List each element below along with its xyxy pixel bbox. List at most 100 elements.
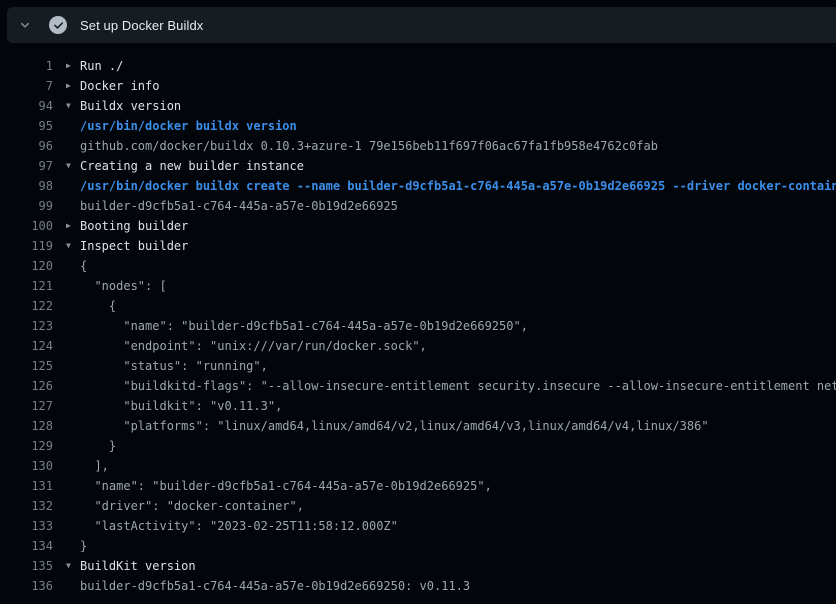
line-text: /usr/bin/docker buildx version — [80, 116, 836, 136]
line-text: "lastActivity": "2023-02-25T11:58:12.000… — [80, 516, 836, 536]
line-text: "driver": "docker-container", — [80, 496, 836, 516]
line-number[interactable]: 128 — [0, 416, 53, 436]
log-line-row: 134 } — [0, 536, 836, 556]
line-number[interactable]: 1 — [0, 56, 53, 76]
log-line-row: 129 } — [0, 436, 836, 456]
log-line-row: 127 "buildkit": "v0.11.3", — [0, 396, 836, 416]
line-number[interactable]: 135 — [0, 556, 53, 576]
log-group-row[interactable]: 97 ▼ Creating a new builder instance — [0, 156, 836, 176]
line-number[interactable]: 136 — [0, 576, 53, 596]
group-marker-icon — [66, 316, 80, 336]
group-marker-icon — [66, 336, 80, 356]
log-group-row[interactable]: 1 ▶ Run ./ — [0, 56, 836, 76]
line-number[interactable]: 121 — [0, 276, 53, 296]
group-marker-icon — [66, 536, 80, 556]
line-text: github.com/docker/buildx 0.10.3+azure-1 … — [80, 136, 836, 156]
check-circle-icon — [49, 16, 67, 34]
line-text: builder-d9cfb5a1-c764-445a-a57e-0b19d2e6… — [80, 196, 836, 216]
line-number[interactable]: 130 — [0, 456, 53, 476]
line-number[interactable]: 119 — [0, 236, 53, 256]
line-number[interactable]: 131 — [0, 476, 53, 496]
group-marker-icon — [66, 356, 80, 376]
log-group-row[interactable]: 119 ▼ Inspect builder — [0, 236, 836, 256]
group-marker-icon — [66, 436, 80, 456]
log-lines: 1 ▶ Run ./ 7 ▶ Docker info 94 ▼ Buildx v… — [0, 56, 836, 596]
group-marker-icon — [66, 136, 80, 156]
line-number[interactable]: 134 — [0, 536, 53, 556]
triangle-right-icon: ▶ — [66, 76, 80, 96]
group-marker-icon — [66, 296, 80, 316]
line-number[interactable]: 129 — [0, 436, 53, 456]
line-number[interactable]: 99 — [0, 196, 53, 216]
log-group-row[interactable]: 94 ▼ Buildx version — [0, 96, 836, 116]
line-number[interactable]: 127 — [0, 396, 53, 416]
group-marker-icon — [66, 496, 80, 516]
line-text: "name": "builder-d9cfb5a1-c764-445a-a57e… — [80, 476, 836, 496]
triangle-down-icon: ▼ — [66, 556, 80, 576]
line-text: "buildkitd-flags": "--allow-insecure-ent… — [80, 376, 836, 396]
line-number[interactable]: 95 — [0, 116, 53, 136]
line-number[interactable]: 94 — [0, 96, 53, 116]
step-title: Set up Docker Buildx — [80, 18, 203, 33]
log-line-row: 122 { — [0, 296, 836, 316]
line-text: Inspect builder — [80, 236, 836, 256]
line-text: Creating a new builder instance — [80, 156, 836, 176]
line-number[interactable]: 132 — [0, 496, 53, 516]
line-number[interactable]: 125 — [0, 356, 53, 376]
triangle-right-icon: ▶ — [66, 56, 80, 76]
line-number[interactable]: 96 — [0, 136, 53, 156]
line-text: } — [80, 436, 836, 456]
line-text: { — [80, 256, 836, 276]
group-marker-icon — [66, 456, 80, 476]
line-number[interactable]: 122 — [0, 296, 53, 316]
line-text: "nodes": [ — [80, 276, 836, 296]
log-line-row: 123 "name": "builder-d9cfb5a1-c764-445a-… — [0, 316, 836, 336]
line-text: "name": "builder-d9cfb5a1-c764-445a-a57e… — [80, 316, 836, 336]
line-number[interactable]: 126 — [0, 376, 53, 396]
log-line-row: 121 "nodes": [ — [0, 276, 836, 296]
group-marker-icon — [66, 576, 80, 596]
line-text: { — [80, 296, 836, 316]
log-line-row: 136 builder-d9cfb5a1-c764-445a-a57e-0b19… — [0, 576, 836, 596]
line-text: } — [80, 536, 836, 556]
chevron-down-icon[interactable] — [17, 17, 33, 33]
log-line-row: 124 "endpoint": "unix:///var/run/docker.… — [0, 336, 836, 356]
line-number[interactable]: 133 — [0, 516, 53, 536]
log-output: 1 ▶ Run ./ 7 ▶ Docker info 94 ▼ Buildx v… — [0, 43, 836, 604]
log-line-row: 98 /usr/bin/docker buildx create --name … — [0, 176, 836, 196]
line-number[interactable]: 97 — [0, 156, 53, 176]
line-text: Run ./ — [80, 56, 836, 76]
log-line-row: 95 /usr/bin/docker buildx version — [0, 116, 836, 136]
log-line-row: 133 "lastActivity": "2023-02-25T11:58:12… — [0, 516, 836, 536]
line-number[interactable]: 98 — [0, 176, 53, 196]
line-text: Booting builder — [80, 216, 836, 236]
triangle-right-icon: ▶ — [66, 216, 80, 236]
group-marker-icon — [66, 476, 80, 496]
line-number[interactable]: 7 — [0, 76, 53, 96]
line-text: BuildKit version — [80, 556, 836, 576]
group-marker-icon — [66, 196, 80, 216]
line-text: ], — [80, 456, 836, 476]
step-header[interactable]: Set up Docker Buildx — [7, 7, 836, 43]
triangle-down-icon: ▼ — [66, 96, 80, 116]
line-text: "buildkit": "v0.11.3", — [80, 396, 836, 416]
log-group-row[interactable]: 135 ▼ BuildKit version — [0, 556, 836, 576]
line-number[interactable]: 123 — [0, 316, 53, 336]
line-text: builder-d9cfb5a1-c764-445a-a57e-0b19d2e6… — [80, 576, 836, 596]
group-marker-icon — [66, 396, 80, 416]
log-group-row[interactable]: 7 ▶ Docker info — [0, 76, 836, 96]
log-line-row: 128 "platforms": "linux/amd64,linux/amd6… — [0, 416, 836, 436]
group-marker-icon — [66, 116, 80, 136]
line-number[interactable]: 100 — [0, 216, 53, 236]
line-number[interactable]: 124 — [0, 336, 53, 356]
log-line-row: 132 "driver": "docker-container", — [0, 496, 836, 516]
group-marker-icon — [66, 276, 80, 296]
group-marker-icon — [66, 256, 80, 276]
log-line-row: 125 "status": "running", — [0, 356, 836, 376]
log-line-row: 120 { — [0, 256, 836, 276]
line-text: "status": "running", — [80, 356, 836, 376]
line-number[interactable]: 120 — [0, 256, 53, 276]
line-text: Buildx version — [80, 96, 836, 116]
line-text: Docker info — [80, 76, 836, 96]
log-group-row[interactable]: 100 ▶ Booting builder — [0, 216, 836, 236]
